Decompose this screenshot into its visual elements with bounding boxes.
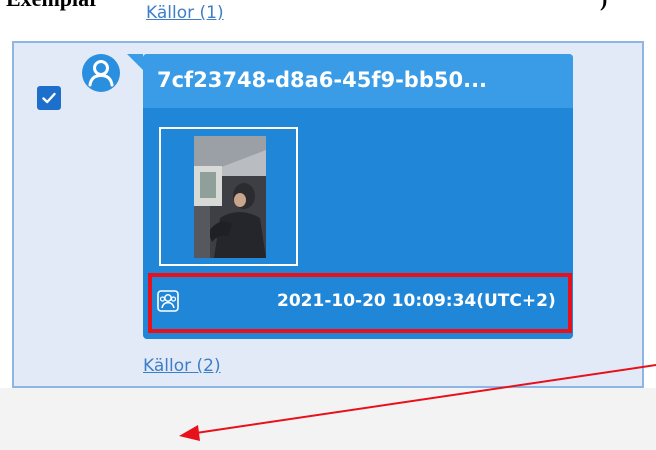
- sources-link[interactable]: Källor (2): [143, 356, 221, 376]
- timestamp-highlight: 2021-10-20 10:09:34(UTC+2): [148, 273, 572, 333]
- page-background: [0, 388, 656, 450]
- cropped-heading: Exemplar ): [0, 0, 656, 12]
- attachment-thumbnail[interactable]: [159, 127, 298, 266]
- previous-sources-link[interactable]: Källor (1): [146, 4, 224, 20]
- message-bubble: 7cf23748-d8a6-45f9-bb50... 2021-10-20 10…: [127, 54, 573, 339]
- contact-group-icon: [157, 290, 179, 312]
- cropped-heading-left: Exemplar: [6, 0, 99, 12]
- select-checkbox[interactable]: [37, 86, 61, 110]
- message-header: 7cf23748-d8a6-45f9-bb50...: [143, 54, 573, 108]
- sender-id: 7cf23748-d8a6-45f9-bb50...: [157, 68, 488, 92]
- photo-content: [194, 136, 266, 258]
- message-timestamp: 2021-10-20 10:09:34(UTC+2): [277, 291, 556, 311]
- user-avatar-icon: [82, 54, 120, 92]
- person-glyph: [88, 60, 114, 87]
- attachment-image: [194, 136, 266, 258]
- cropped-heading-right: ): [600, 0, 607, 12]
- checkmark-icon: [42, 92, 56, 104]
